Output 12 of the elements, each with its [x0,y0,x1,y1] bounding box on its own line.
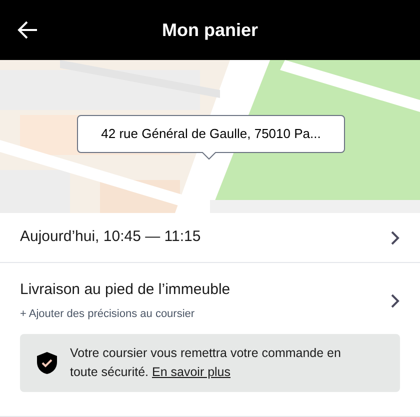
chevron-right-icon [390,292,400,308]
notice-text: Votre coursier vous remettra votre commande en toute sécurité. En savoir plus [70,345,342,381]
chevron-right-icon [390,230,400,246]
shield-check-icon [36,351,58,375]
callout-pointer-icon [202,152,216,160]
option-row[interactable]: Aujourd’hui, 10:45 — 11:15 [0,213,420,263]
option-row[interactable]: Livraison au pied de l’immeuble + Ajouter des précisions au coursier [0,263,420,334]
page-title: Mon panier [162,18,258,42]
row-subtitle: + Ajouter des précisions au coursier [20,306,196,322]
learn-more-link[interactable]: En savoir plus [152,365,231,379]
row-title: Livraison au pied de l’immeuble [20,280,230,300]
row-title: Aujourd’hui, 10:45 — 11:15 [20,227,201,248]
